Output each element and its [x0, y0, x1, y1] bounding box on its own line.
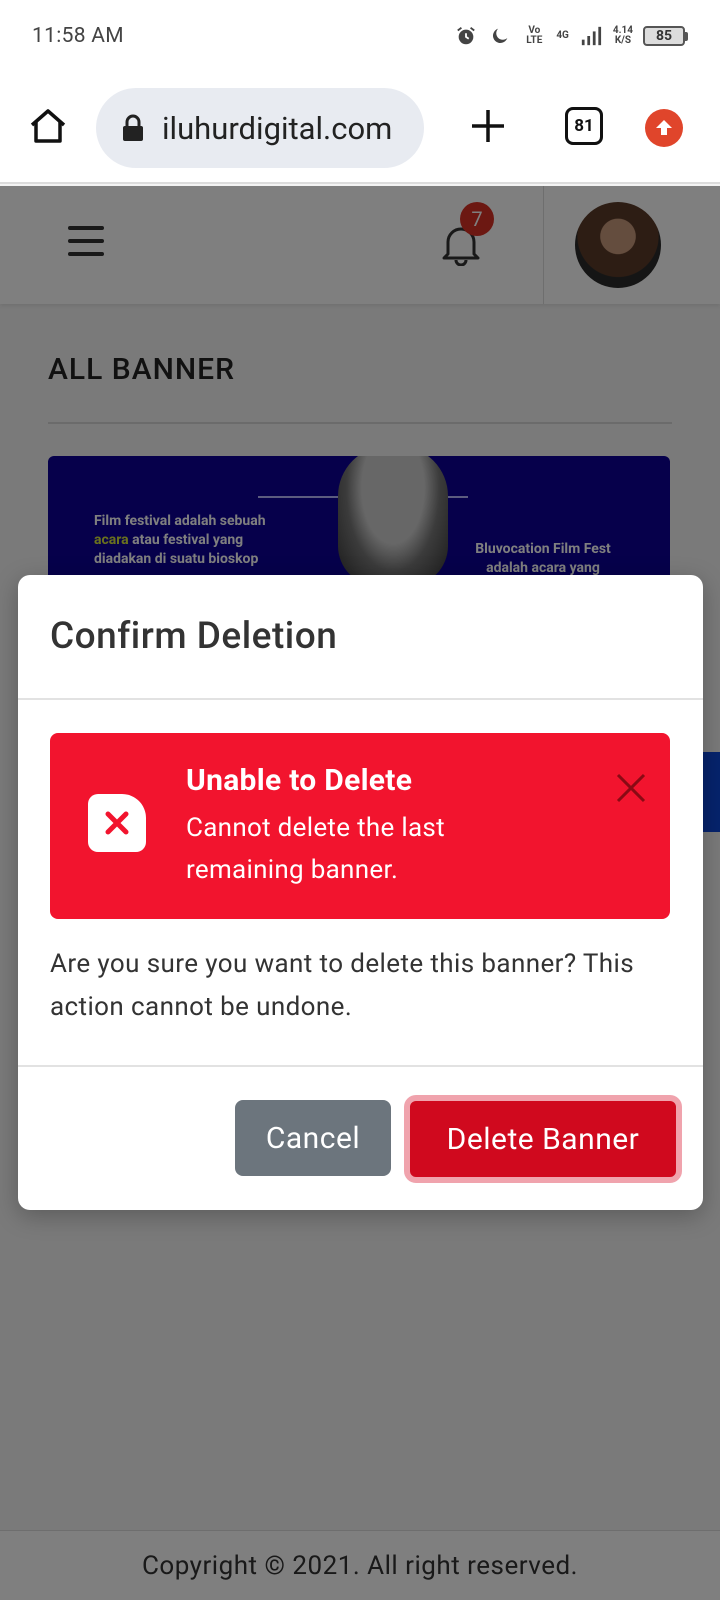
address-bar[interactable]: iluhurdigital.com	[96, 88, 424, 168]
browser-toolbar: iluhurdigital.com 81	[0, 72, 720, 184]
confirm-deletion-dialog: Confirm Deletion Unable to Delete Cannot…	[18, 575, 703, 1210]
status-bar: 11:58 AM Vo LTE 4G 4.14 K/S 85	[0, 0, 720, 72]
battery-level: 85	[643, 26, 685, 46]
home-icon[interactable]	[28, 106, 68, 146]
error-alert: Unable to Delete Cannot delete the last …	[50, 733, 670, 919]
lock-icon	[123, 114, 143, 141]
confirmation-message: Are you sure you want to delete this ban…	[50, 949, 635, 1022]
signal-icon	[579, 24, 603, 48]
status-time: 11:58 AM	[32, 24, 124, 48]
net-speed-unit: K/S	[614, 35, 632, 46]
modal-title: Confirm Deletion	[50, 615, 338, 658]
status-icons: Vo LTE 4G 4.14 K/S 85	[454, 24, 688, 48]
modal-footer-divider	[18, 1065, 703, 1067]
volte-indicator: Vo LTE	[526, 25, 543, 46]
error-icon	[88, 794, 146, 852]
close-icon[interactable]	[614, 771, 648, 805]
new-tab-icon[interactable]	[470, 108, 506, 144]
modal-header: Confirm Deletion	[18, 575, 703, 700]
moon-icon	[488, 24, 512, 48]
url-text: iluhurdigital.com	[162, 109, 393, 147]
update-icon[interactable]	[645, 109, 683, 147]
cancel-button[interactable]: Cancel	[235, 1100, 391, 1176]
network-type: 4G	[556, 30, 569, 41]
alarm-icon	[454, 24, 478, 48]
net-speed: 4.14 K/S	[613, 26, 633, 46]
alert-title: Unable to Delete	[186, 763, 413, 798]
alert-message: Cannot delete the last remaining banner.	[186, 813, 445, 885]
battery-icon: 85	[643, 26, 688, 46]
tab-switcher-button[interactable]: 81	[565, 107, 603, 145]
delete-banner-button[interactable]: Delete Banner	[404, 1095, 682, 1183]
